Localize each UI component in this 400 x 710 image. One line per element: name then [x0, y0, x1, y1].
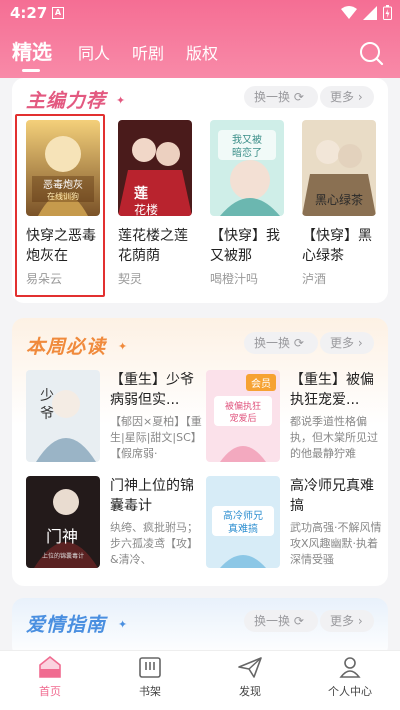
swap-button[interactable]: 换一换 ⟳: [244, 332, 318, 354]
svg-text:门神: 门神: [46, 527, 78, 546]
user-icon: [339, 657, 361, 678]
app-header: 4:27 A 精选 同人 听剧 版权: [0, 0, 400, 78]
home-icon: [39, 655, 61, 678]
book-author: 喝橙汁吗: [210, 272, 259, 286]
selection-highlight: [15, 114, 105, 297]
svg-text:爷: 爷: [40, 406, 54, 422]
svg-text:真难搞: 真难搞: [228, 522, 258, 535]
sparkle-icon: ✦: [116, 94, 126, 107]
tab-copyright[interactable]: 版权: [186, 40, 218, 64]
section-title: 主编力荐: [26, 90, 107, 112]
book-title: 高冷师兄真难搞: [290, 478, 374, 514]
book-cover[interactable]: 被偏执狂 宠爱后 会员: [206, 370, 280, 462]
svg-text:暗恋了: 暗恋了: [232, 146, 262, 159]
svg-text:被偏执狂: 被偏执狂: [225, 400, 261, 412]
paper-plane-icon: [238, 657, 262, 678]
book-description: 【郁因×夏柏】【重生|星际|甜文|SC】【假席弱·: [110, 415, 202, 460]
book-card[interactable]: 莲花楼 莲花楼之莲花荫荫 契灵: [118, 120, 198, 287]
book-title: 门神上位的锦囊毒计: [110, 478, 194, 514]
book-cover[interactable]: 黑心绿茶: [302, 120, 376, 216]
sparkle-icon: ✦: [118, 340, 128, 353]
status-bar: 4:27 A: [0, 0, 400, 26]
search-icon[interactable]: [358, 40, 384, 66]
nav-discover[interactable]: 发现: [210, 655, 290, 699]
romance-guide-section: 爱情指南 ✦ 换一换 ⟳ 更多 ›: [12, 598, 388, 658]
book-cover[interactable]: 我又被 暗恋了: [210, 120, 284, 216]
svg-text:宠爱后: 宠爱后: [229, 412, 256, 424]
vip-badge: 会员: [246, 374, 276, 391]
book-title: 【快穿】黑心绿茶: [302, 228, 372, 264]
book-description: 纨绔、疯批驸马；步六孤凌鸢【攻】&清冷、: [110, 521, 198, 566]
svg-text:高冷师兄: 高冷师兄: [223, 509, 263, 522]
nav-label: 发现: [239, 685, 261, 698]
svg-text:花楼: 花楼: [134, 202, 158, 216]
app-notification-icon: A: [52, 7, 64, 19]
signal-icon: [363, 5, 377, 20]
book-title: 【重生】少爷病弱但实...: [110, 372, 194, 408]
bottom-nav: 首页 书架 发现 个人中心: [0, 650, 400, 710]
swap-button[interactable]: 换一换 ⟳: [244, 86, 318, 108]
svg-text:莲: 莲: [134, 185, 148, 202]
svg-text:黑心绿茶: 黑心绿茶: [315, 192, 363, 207]
swap-button[interactable]: 换一换 ⟳: [244, 610, 318, 632]
status-time: 4:27: [10, 4, 48, 22]
list-item[interactable]: 少爷 【重生】少爷病弱但实... 【郁因×夏柏】【重生|星际|甜文|SC】【假席…: [26, 370, 206, 466]
book-card[interactable]: 我又被 暗恋了 【快穿】我又被那 喝橙汁吗: [210, 120, 290, 287]
book-cover[interactable]: 莲花楼: [118, 120, 192, 216]
tab-fanfic[interactable]: 同人: [78, 40, 110, 64]
list-item[interactable]: 被偏执狂 宠爱后 会员 【重生】被偏执狂宠爱... 都说季道性格偏执，但木棠所见过…: [206, 370, 386, 466]
system-icons: [341, 5, 392, 20]
section-title: 爱情指南: [26, 614, 107, 636]
book-author: 泸酒: [302, 272, 327, 286]
more-button[interactable]: 更多 ›: [320, 86, 374, 108]
top-tabs: 精选 同人 听剧 版权: [0, 36, 400, 72]
more-button[interactable]: 更多 ›: [320, 610, 374, 632]
list-item[interactable]: 高冷师兄 真难搞 高冷师兄真难搞 武功高强·不解风情攻X风趣幽默·执着深情受骚: [206, 476, 386, 572]
section-title: 本周必读: [26, 336, 107, 358]
nav-profile[interactable]: 个人中心: [310, 655, 390, 699]
book-description: 都说季道性格偏执，但木棠所见过的他最静狞难: [290, 415, 378, 460]
nav-home[interactable]: 首页: [10, 655, 90, 699]
book-cover[interactable]: 少爷: [26, 370, 100, 462]
wifi-icon: [341, 5, 357, 19]
battery-icon: [383, 5, 392, 20]
nav-label: 个人中心: [328, 685, 372, 698]
tab-audio-drama[interactable]: 听剧: [132, 40, 164, 64]
svg-text:上位的锦囊毒计: 上位的锦囊毒计: [42, 552, 84, 560]
tab-featured[interactable]: 精选: [12, 36, 52, 65]
svg-text:少: 少: [40, 388, 54, 404]
book-description: 武功高强·不解风情攻X风趣幽默·执着深情受骚: [290, 521, 382, 566]
list-item[interactable]: 门神 上位的锦囊毒计 门神上位的锦囊毒计 纨绔、疯批驸马；步六孤凌鸢【攻】&清冷、: [26, 476, 206, 572]
bookshelf-icon: [139, 657, 161, 678]
book-author: 契灵: [118, 272, 143, 286]
book-title: 莲花楼之莲花荫荫: [118, 228, 188, 264]
weekly-must-read-section: 本周必读 ✦ 换一换 ⟳ 更多 › 少爷 【重生】少爷病弱但实... 【郁因×夏…: [12, 318, 388, 586]
nav-label: 首页: [39, 685, 61, 698]
svg-text:我又被: 我又被: [232, 133, 262, 146]
nav-label: 书架: [139, 685, 161, 698]
tab-indicator: [22, 69, 40, 72]
nav-bookshelf[interactable]: 书架: [110, 655, 190, 699]
sparkle-icon: ✦: [118, 618, 128, 631]
more-button[interactable]: 更多 ›: [320, 332, 374, 354]
book-card[interactable]: 黑心绿茶 【快穿】黑心绿茶 泸酒: [302, 120, 382, 287]
book-cover[interactable]: 高冷师兄 真难搞: [206, 476, 280, 568]
editor-picks-section: 主编力荐 ✦ 换一换 ⟳ 更多 › 恶毒炮灰 在线训狗 快穿之恶毒炮灰在 易朵云 …: [12, 78, 388, 303]
book-title: 【重生】被偏执狂宠爱...: [290, 372, 374, 408]
book-title: 【快穿】我又被那: [210, 228, 280, 264]
book-cover[interactable]: 门神 上位的锦囊毒计: [26, 476, 100, 568]
